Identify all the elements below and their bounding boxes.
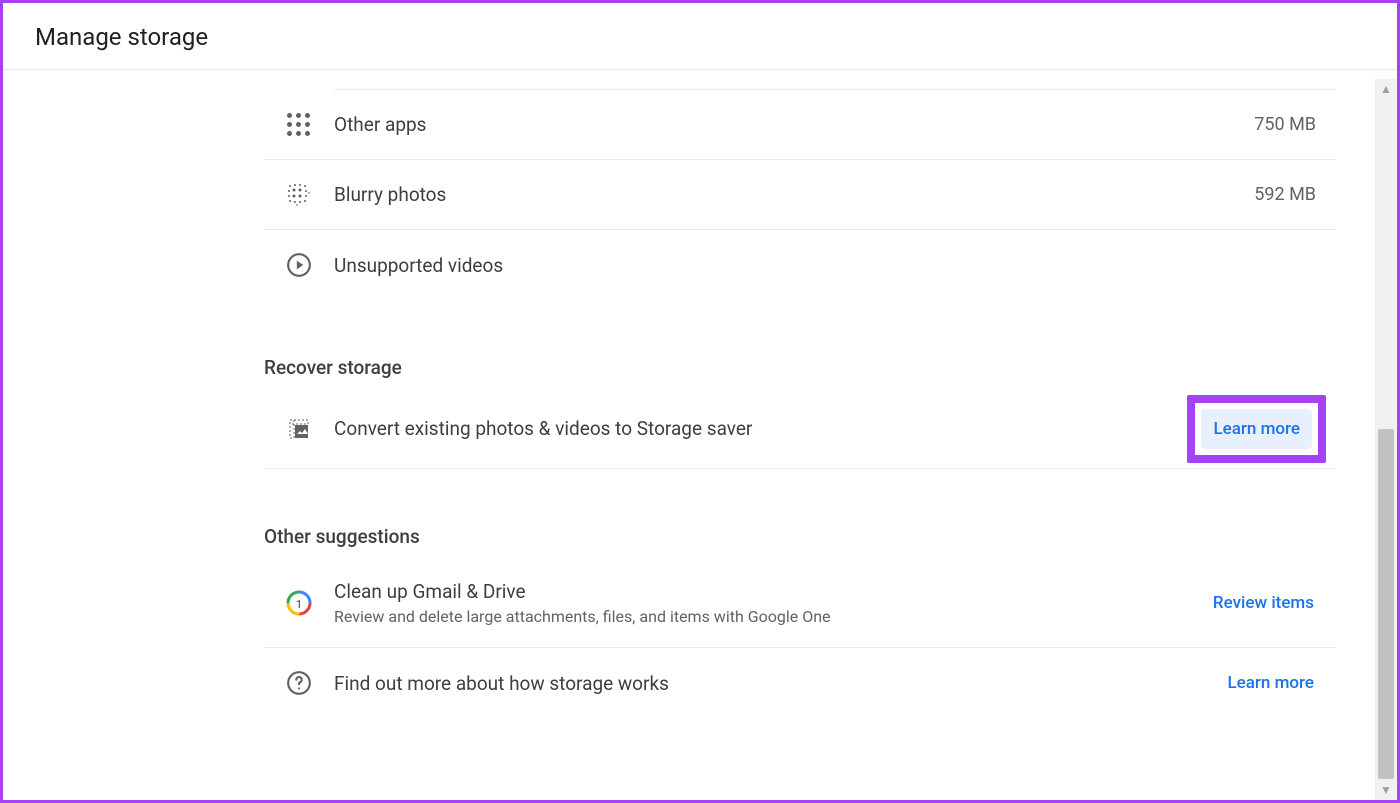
storage-row-value: 592 MB: [1176, 184, 1336, 205]
suggestion-row-cleanup[interactable]: 1 Clean up Gmail & Drive Review and dele…: [264, 558, 1336, 648]
suggestion-row-label: Clean up Gmail & Drive Review and delete…: [334, 580, 1166, 626]
blurry-icon: [264, 182, 334, 208]
recover-row-label: Convert existing photos & videos to Stor…: [334, 417, 1187, 440]
scrollbar[interactable]: ▲ ▼: [1375, 79, 1397, 800]
annotation-highlight: Learn more: [1187, 395, 1326, 463]
storage-row-blurry-photos[interactable]: Blurry photos 592 MB: [264, 160, 1336, 230]
google-one-icon: 1: [264, 590, 334, 616]
storage-saver-icon: [264, 417, 334, 441]
review-items-button[interactable]: Review items: [1201, 583, 1326, 623]
section-title-suggestions: Other suggestions: [264, 525, 1336, 548]
page-title: Manage storage: [3, 3, 1397, 70]
recover-row-convert[interactable]: Convert existing photos & videos to Stor…: [264, 389, 1336, 469]
suggestion-title: Clean up Gmail & Drive: [334, 580, 1166, 603]
scroll-down-arrow[interactable]: ▼: [1375, 780, 1397, 800]
scroll-up-arrow[interactable]: ▲: [1375, 79, 1397, 99]
play-circle-icon: [264, 252, 334, 278]
svg-text:1: 1: [296, 598, 302, 611]
storage-row-label: Other apps: [334, 113, 1176, 136]
storage-row-unsupported-videos[interactable]: Unsupported videos: [264, 230, 1336, 300]
help-icon: [264, 670, 334, 696]
suggestion-subtitle: Review and delete large attachments, fil…: [334, 607, 1166, 626]
section-title-recover: Recover storage: [264, 356, 1336, 379]
learn-more-button[interactable]: Learn more: [1201, 409, 1312, 449]
suggestion-row-label: Find out more about how storage works: [334, 672, 1166, 695]
scroll-thumb[interactable]: [1378, 429, 1394, 779]
main-content: Other apps 750 MB Blu: [264, 79, 1336, 718]
storage-row-label: Blurry photos: [334, 183, 1176, 206]
storage-row-value: 750 MB: [1176, 114, 1336, 135]
suggestion-row-learn[interactable]: Find out more about how storage works Le…: [264, 648, 1336, 718]
storage-row-label: Unsupported videos: [334, 254, 1176, 277]
learn-more-button[interactable]: Learn more: [1215, 663, 1326, 703]
apps-icon: [264, 113, 334, 137]
storage-row-other-apps[interactable]: Other apps 750 MB: [264, 90, 1336, 160]
